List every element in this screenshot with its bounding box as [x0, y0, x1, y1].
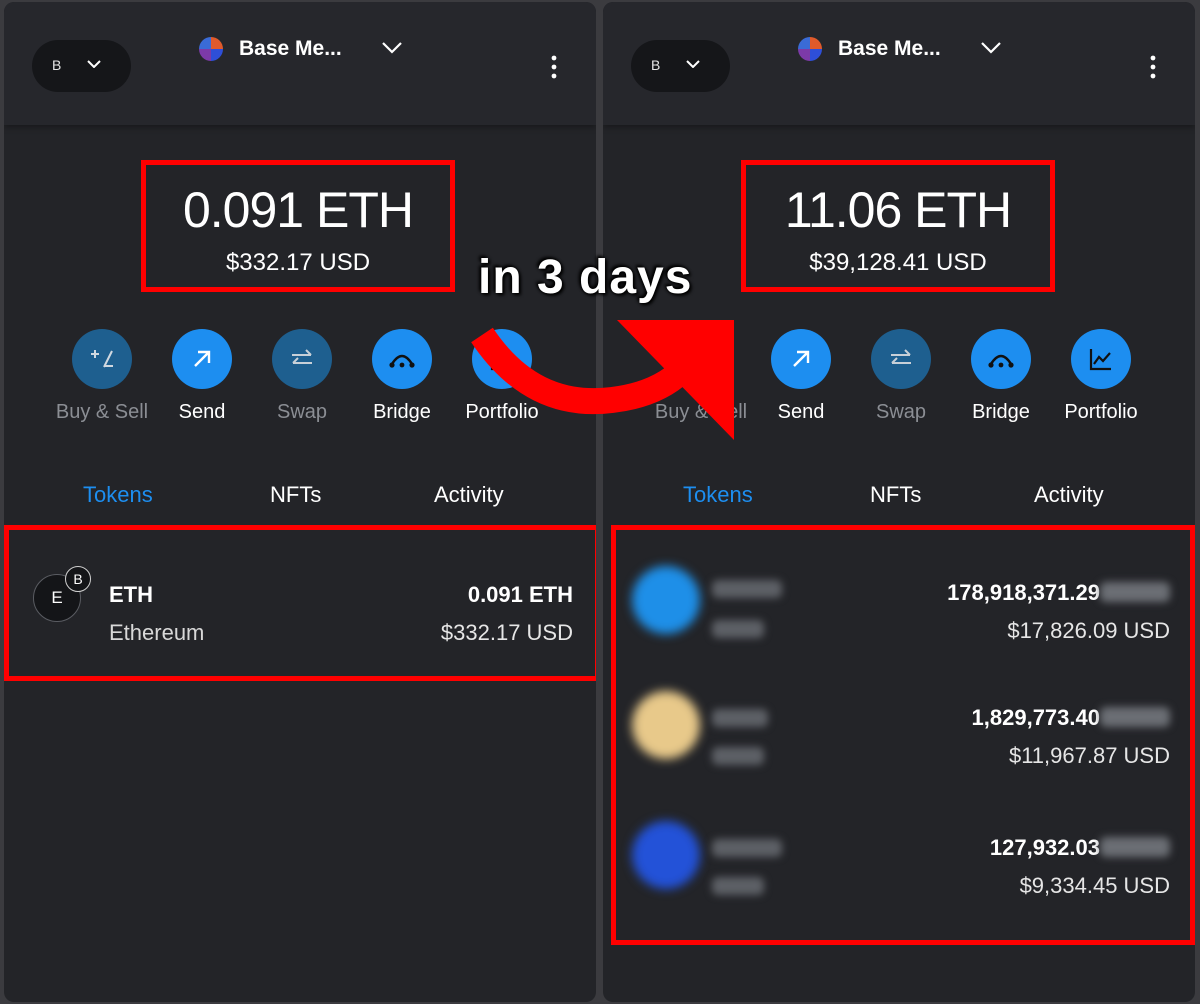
chevron-down-icon: [87, 60, 101, 68]
token-symbol-blurred: [712, 839, 782, 857]
token-unit-blurred: [1100, 707, 1170, 727]
token-usd: $17,826.09 USD: [1007, 618, 1170, 643]
send-button[interactable]: Send: [751, 329, 851, 429]
balance-usd: $332.17 USD: [225, 249, 371, 276]
curved-arrow-icon: [471, 320, 734, 440]
send-button[interactable]: Send: [152, 329, 252, 429]
balance-highlight: 11.06 ETH $39,128.41 USD: [741, 160, 1055, 292]
network-letter: B: [52, 57, 62, 73]
tab-nfts[interactable]: NFTs: [270, 482, 321, 508]
bridge-icon: [389, 354, 415, 368]
wallet-panel-after: B Base Me... 11.06 ETH $39,128.41 USD Bu…: [603, 2, 1195, 1002]
balance-eth: 0.091 ETH: [182, 182, 414, 238]
account-avatar: [798, 37, 822, 61]
token-row[interactable]: 178,918,371.29 $17,826.09 USD: [616, 560, 1190, 670]
asset-tabs: Tokens NFTs Activity: [603, 482, 1195, 522]
account-name: Base Me...: [838, 37, 941, 60]
account-name: Base Me...: [239, 37, 342, 60]
token-unit-blurred: [1100, 582, 1170, 602]
token-icon: [632, 691, 700, 759]
tab-tokens[interactable]: Tokens: [683, 482, 753, 508]
network-badge: B: [65, 566, 91, 592]
tab-activity[interactable]: Activity: [434, 482, 504, 508]
token-symbol-blurred: [712, 709, 768, 727]
wallet-header: B Base Me...: [4, 2, 596, 125]
swap-button[interactable]: Swap: [851, 329, 951, 429]
swap-arrows-icon: [292, 349, 312, 364]
token-name-blurred: [712, 620, 764, 638]
tab-tokens[interactable]: Tokens: [83, 482, 153, 508]
tab-activity[interactable]: Activity: [1034, 482, 1104, 508]
buy-sell-button[interactable]: Buy & Sell: [52, 329, 152, 429]
portfolio-button[interactable]: Portfolio: [1051, 329, 1151, 429]
token-row[interactable]: 1,829,773.40 $11,967.87 USD: [616, 685, 1190, 795]
kebab-menu-icon[interactable]: [548, 54, 560, 80]
token-row[interactable]: 127,932.03 $9,334.45 USD: [616, 815, 1190, 925]
token-amount: 0.091 ETH: [467, 582, 573, 607]
chevron-down-icon: [382, 42, 402, 54]
chart-icon: [1089, 349, 1111, 371]
balance-eth: 11.06 ETH: [784, 182, 1012, 238]
plus-minus-icon: [91, 350, 113, 368]
token-row[interactable]: E B ETH Ethereum 0.091 ETH $332.17 USD: [9, 560, 595, 650]
wallet-header: B Base Me...: [603, 2, 1195, 125]
token-usd: $11,967.87 USD: [1008, 743, 1170, 768]
kebab-menu-icon[interactable]: [1147, 54, 1159, 80]
balance-usd: $39,128.41 USD: [809, 249, 987, 276]
token-list-highlight: E B ETH Ethereum 0.091 ETH $332.17 USD: [4, 525, 596, 681]
token-usd: $332.17 USD: [440, 620, 573, 645]
token-name-blurred: [712, 877, 764, 895]
chevron-down-icon: [686, 60, 700, 68]
asset-tabs: Tokens NFTs Activity: [4, 482, 596, 522]
network-picker[interactable]: B: [631, 40, 730, 92]
caption-text: in 3 days: [478, 251, 693, 304]
arrow-up-right-icon: [793, 350, 810, 367]
bridge-icon: [988, 354, 1014, 368]
swap-button[interactable]: Swap: [252, 329, 352, 429]
token-name: Ethereum: [109, 620, 205, 645]
token-amount: 127,932.03: [989, 835, 1100, 860]
token-unit-blurred: [1100, 837, 1170, 857]
chevron-down-icon: [981, 42, 1001, 54]
bridge-button[interactable]: Bridge: [951, 329, 1051, 429]
token-list-highlight: 178,918,371.29 $17,826.09 USD 1,829,773.…: [611, 525, 1195, 945]
token-name-blurred: [712, 747, 764, 765]
token-icon: [632, 821, 700, 889]
token-amount: 1,829,773.40: [971, 705, 1100, 730]
wallet-panel-before: B Base Me... 0.091 ETH $332.17 USD Buy &…: [4, 2, 596, 1002]
token-symbol: ETH: [109, 582, 153, 607]
network-letter: B: [651, 57, 661, 73]
portfolio-label: Portfolio: [1064, 401, 1138, 423]
bridge-button[interactable]: Bridge: [352, 329, 452, 429]
token-icon: [632, 566, 700, 634]
token-symbol-blurred: [712, 580, 782, 598]
tab-nfts[interactable]: NFTs: [870, 482, 921, 508]
network-picker[interactable]: B: [32, 40, 131, 92]
account-avatar: [199, 37, 223, 61]
token-usd: $9,334.45 USD: [1019, 873, 1170, 898]
token-amount: 178,918,371.29: [947, 580, 1100, 605]
swap-arrows-icon: [891, 349, 911, 364]
arrow-up-right-icon: [194, 350, 211, 367]
balance-highlight: 0.091 ETH $332.17 USD: [141, 160, 455, 292]
